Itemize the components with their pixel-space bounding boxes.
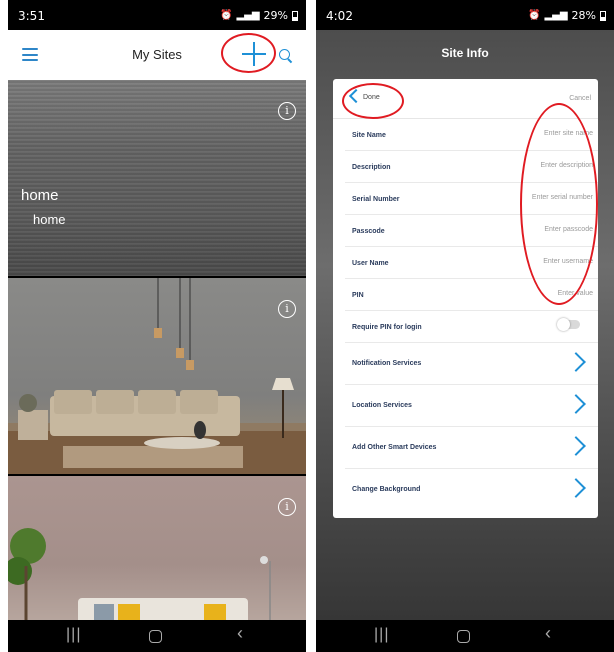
- field-label: Serial Number: [352, 196, 400, 203]
- site-card-home[interactable]: i home home: [8, 80, 306, 276]
- back-icon[interactable]: ‹: [545, 623, 551, 644]
- alarm-icon: ⏰: [528, 10, 541, 21]
- menu-item-add-other-smart-devices[interactable]: Add Other Smart Devices: [345, 427, 598, 469]
- page-title: Site Info: [441, 46, 489, 60]
- info-icon[interactable]: i: [278, 498, 296, 516]
- field-label: PIN: [352, 292, 364, 299]
- home-icon[interactable]: [457, 630, 470, 643]
- menu-item-location-services[interactable]: Location Services: [345, 385, 598, 427]
- require-pin-row: Require PIN for login: [345, 311, 598, 343]
- home-icon[interactable]: [149, 630, 162, 643]
- site-info-dialog: Done Cancel Site Name Enter site name De…: [333, 79, 598, 518]
- menu-item-notification-services[interactable]: Notification Services: [345, 343, 598, 385]
- field-label: Site Name: [352, 132, 386, 139]
- system-nav-bar: ||| ‹: [8, 620, 306, 652]
- dialog-header: Done Cancel: [333, 79, 598, 119]
- app-bar: My Sites: [8, 30, 306, 80]
- field-label: Require PIN for login: [352, 324, 422, 331]
- user-name-input[interactable]: Enter username: [543, 258, 593, 265]
- field-label: User Name: [352, 260, 389, 267]
- status-bar: 4:02 ⏰ ▂▄▆ 28%: [316, 0, 614, 30]
- info-icon[interactable]: i: [278, 102, 296, 120]
- battery-percent: 29%: [263, 9, 288, 22]
- done-button[interactable]: Done: [363, 94, 380, 101]
- chevron-right-icon: [566, 352, 586, 372]
- site-card-2[interactable]: i: [8, 278, 306, 474]
- battery-percent: 28%: [571, 9, 596, 22]
- back-icon[interactable]: ‹: [237, 623, 243, 644]
- site-info-screen: 4:02 ⏰ ▂▄▆ 28% Site Info Done Cancel Sit…: [316, 0, 614, 652]
- field-label: Description: [352, 164, 391, 171]
- description-input[interactable]: Enter description: [540, 162, 593, 169]
- status-time: 3:51: [18, 9, 45, 23]
- site-description: home: [33, 212, 66, 227]
- menu-item-change-background[interactable]: Change Background: [345, 469, 598, 511]
- cancel-button[interactable]: Cancel: [569, 95, 591, 102]
- passcode-row[interactable]: Passcode Enter passcode: [345, 215, 598, 247]
- recent-apps-icon[interactable]: |||: [374, 626, 389, 644]
- status-time: 4:02: [326, 9, 353, 23]
- pin-input[interactable]: Enter value: [558, 290, 593, 297]
- serial-number-row[interactable]: Serial Number Enter serial number: [345, 183, 598, 215]
- add-site-button[interactable]: [234, 36, 274, 72]
- site-name-input[interactable]: Enter site name: [544, 130, 593, 137]
- info-icon[interactable]: i: [278, 300, 296, 318]
- chevron-right-icon: [566, 394, 586, 414]
- signal-icon: ▂▄▆: [236, 10, 260, 21]
- passcode-input[interactable]: Enter passcode: [544, 226, 593, 233]
- site-name-row[interactable]: Site Name Enter site name: [345, 119, 598, 151]
- menu-label: Add Other Smart Devices: [352, 444, 437, 451]
- battery-icon: [292, 10, 298, 21]
- my-sites-screen: 3:51 ⏰ ▂▄▆ 29% My Sites i home home i i …: [8, 0, 306, 652]
- signal-icon: ▂▄▆: [544, 10, 568, 21]
- field-label: Passcode: [352, 228, 385, 235]
- menu-label: Location Services: [352, 402, 412, 409]
- battery-icon: [600, 10, 606, 21]
- system-nav-bar: ||| ‹: [316, 620, 614, 652]
- serial-number-input[interactable]: Enter serial number: [532, 194, 593, 201]
- chevron-right-icon: [566, 478, 586, 498]
- require-pin-toggle[interactable]: [557, 318, 580, 331]
- pin-row[interactable]: PIN Enter value: [345, 279, 598, 311]
- description-row[interactable]: Description Enter description: [345, 151, 598, 183]
- living-room-image: [8, 278, 306, 474]
- user-name-row[interactable]: User Name Enter username: [345, 247, 598, 279]
- status-bar: 3:51 ⏰ ▂▄▆ 29%: [8, 0, 306, 30]
- chevron-right-icon: [566, 436, 586, 456]
- recent-apps-icon[interactable]: |||: [66, 626, 81, 644]
- menu-label: Notification Services: [352, 360, 422, 367]
- site-name: home: [21, 187, 59, 204]
- search-icon[interactable]: [279, 49, 290, 60]
- menu-label: Change Background: [352, 486, 421, 493]
- alarm-icon: ⏰: [220, 10, 233, 21]
- site-card-3[interactable]: i: [8, 476, 306, 624]
- chevron-left-icon[interactable]: [348, 88, 364, 104]
- room-image: [8, 528, 271, 624]
